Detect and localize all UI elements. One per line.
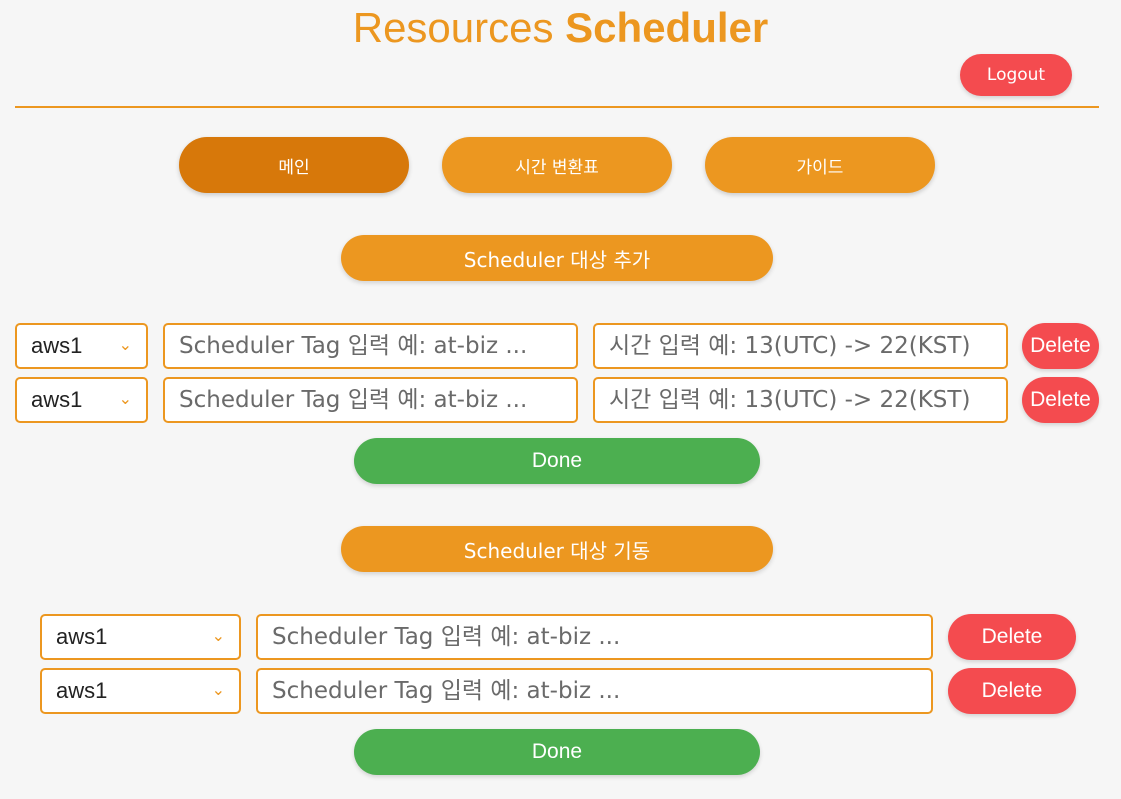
delete-button[interactable]: Delete	[1022, 377, 1099, 423]
delete-button[interactable]: Delete	[948, 668, 1076, 714]
time-input[interactable]	[593, 377, 1008, 423]
title-bold: Scheduler	[565, 4, 769, 51]
start-target-button[interactable]: Scheduler 대상 기동	[341, 526, 773, 572]
delete-button[interactable]: Delete	[948, 614, 1076, 660]
time-input[interactable]	[593, 323, 1008, 369]
account-select[interactable]: aws1 ⌄	[15, 377, 148, 423]
nav-guide-button[interactable]: 가이드	[705, 137, 935, 193]
page: Resources Scheduler Logout 메인 시간 변환표 가이드…	[0, 0, 1121, 799]
page-title: Resources Scheduler	[0, 2, 1121, 54]
done-button[interactable]: Done	[354, 438, 760, 484]
chevron-down-icon: ⌄	[118, 391, 132, 408]
done-button[interactable]: Done	[354, 729, 760, 775]
header-divider	[15, 106, 1099, 108]
scheduler-tag-input[interactable]	[163, 323, 578, 369]
scheduler-tag-input[interactable]	[256, 614, 933, 660]
chevron-down-icon: ⌄	[211, 628, 225, 645]
chevron-down-icon: ⌄	[211, 682, 225, 699]
chevron-down-icon: ⌄	[118, 337, 132, 354]
scheduler-tag-input[interactable]	[163, 377, 578, 423]
account-select-value: aws1	[56, 678, 108, 703]
title-light: Resources	[352, 4, 554, 51]
nav-time-conversion-button[interactable]: 시간 변환표	[442, 137, 672, 193]
account-select[interactable]: aws1 ⌄	[40, 668, 241, 714]
account-select-value: aws1	[31, 387, 83, 412]
logout-button[interactable]: Logout	[960, 54, 1072, 96]
scheduler-tag-input[interactable]	[256, 668, 933, 714]
account-select-value: aws1	[31, 333, 83, 358]
account-select[interactable]: aws1 ⌄	[15, 323, 148, 369]
account-select[interactable]: aws1 ⌄	[40, 614, 241, 660]
nav-main-button[interactable]: 메인	[179, 137, 409, 193]
account-select-value: aws1	[56, 624, 108, 649]
delete-button[interactable]: Delete	[1022, 323, 1099, 369]
add-target-button[interactable]: Scheduler 대상 추가	[341, 235, 773, 281]
